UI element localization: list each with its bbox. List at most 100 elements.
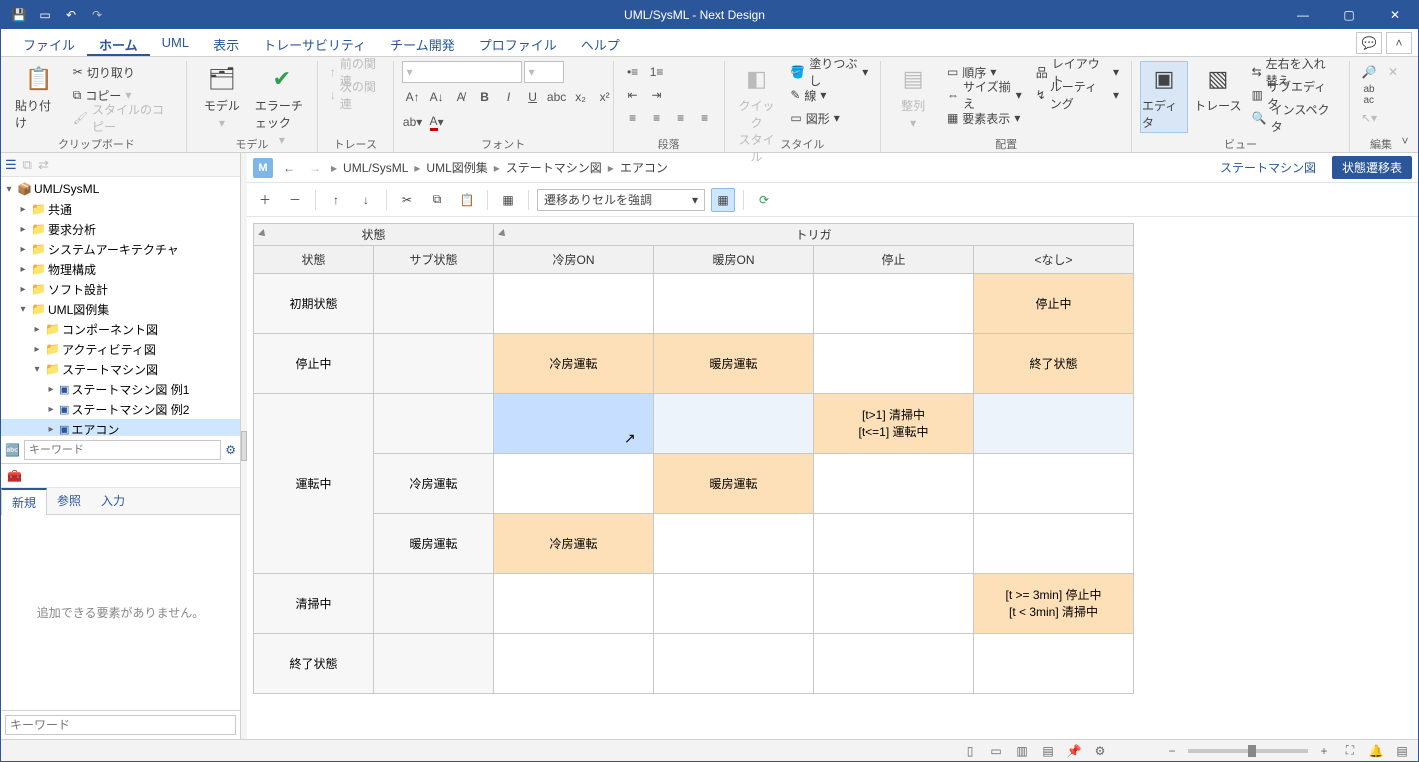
status-menu-icon[interactable]: ▤	[1392, 744, 1412, 758]
outdent-icon[interactable]: ⇤	[622, 84, 644, 106]
decrease-font-icon[interactable]: A↓	[426, 86, 448, 108]
filter-icon[interactable]: ⚙	[225, 443, 236, 457]
superscript-icon[interactable]: x²	[594, 86, 616, 108]
feedback-icon[interactable]: 💬	[1356, 32, 1382, 54]
model-tree[interactable]: ▾📦UML/SysML ▸📁共通 ▸📁要求分析 ▸📁システムアーキテクチャ ▸📁…	[1, 177, 240, 435]
cell-r2-c3[interactable]	[814, 334, 974, 394]
zoom-out-icon[interactable]: −	[1162, 744, 1182, 758]
cell-r3b-c3[interactable]	[814, 514, 974, 574]
tab-view[interactable]: 表示	[201, 29, 251, 56]
layout-2-icon[interactable]: ▭	[986, 744, 1006, 758]
col-header-substate[interactable]: サブ状態	[374, 246, 494, 274]
error-check-button[interactable]: ✔エラーチェック▾	[255, 61, 309, 147]
col-header-1[interactable]: 冷房ON	[494, 246, 654, 274]
inspector-button[interactable]: 🔍インスペクタ	[1248, 107, 1341, 129]
cell-r4-c2[interactable]	[654, 574, 814, 634]
font-size-combo[interactable]: ▾	[524, 61, 564, 83]
remove-button[interactable]: －	[283, 188, 307, 212]
zoom-in-icon[interactable]: +	[1314, 744, 1334, 758]
notify-icon[interactable]: 🔔	[1366, 744, 1386, 758]
cell-r3top-c3[interactable]: [t>1] 清掃中 [t<=1] 運転中	[814, 394, 974, 454]
minimize-button[interactable]: —	[1280, 1, 1326, 29]
paste-button[interactable]: 📋 貼り付け	[15, 61, 63, 131]
vertical-splitter[interactable]	[241, 153, 247, 739]
tree-root[interactable]: ▾📦UML/SysML	[1, 179, 240, 199]
maximize-button[interactable]: ▢	[1326, 1, 1372, 29]
align-justify-icon[interactable]: ≡	[694, 107, 716, 129]
tree-n2[interactable]: ▸📁要求分析	[1, 219, 240, 239]
select-icon[interactable]: ↖▾	[1358, 107, 1380, 129]
row-sub-initial[interactable]	[374, 274, 494, 334]
tree-copy-icon[interactable]: ⧉	[23, 157, 32, 173]
cell-r3b-c4[interactable]	[974, 514, 1134, 574]
tab-help[interactable]: ヘルプ	[569, 29, 632, 56]
row-head-cleaning[interactable]: 清掃中	[254, 574, 374, 634]
trace-view-button[interactable]: ▧トレース	[1194, 61, 1242, 114]
numbering-icon[interactable]: 1≡	[646, 61, 668, 83]
grid-settings-icon[interactable]: ▦	[496, 188, 520, 212]
refresh-button[interactable]: ⟳	[752, 188, 776, 212]
zoom-slider[interactable]	[1188, 749, 1308, 753]
highlight-mode-combo[interactable]: 遷移ありセルを強調▾	[537, 189, 705, 211]
bold-icon[interactable]: B	[474, 86, 496, 108]
tab-new[interactable]: 新規	[1, 488, 47, 515]
tree-n6a[interactable]: ▸📁コンポーネント図	[1, 319, 240, 339]
tree-collapse-icon[interactable]: ☰	[5, 157, 17, 173]
row-sub-running-top[interactable]	[374, 394, 494, 454]
cut-tb-icon[interactable]: ✂	[395, 188, 419, 212]
align-left-icon[interactable]: ≡	[622, 107, 644, 129]
breadcrumb-4[interactable]: エアコン	[620, 159, 668, 176]
highlight-toggle[interactable]: ▦	[711, 188, 735, 212]
row-head-stopped[interactable]: 停止中	[254, 334, 374, 394]
breadcrumb-2[interactable]: UML図例集	[426, 159, 487, 176]
next-related-button[interactable]: ↓次の関連	[326, 84, 385, 106]
new-icon[interactable]: ▭	[33, 3, 57, 27]
cell-r4-c1[interactable]	[494, 574, 654, 634]
ribbon-collapse-icon[interactable]: ˅	[1396, 132, 1414, 150]
align-button[interactable]: ▤整列▾	[889, 61, 937, 130]
routing-button[interactable]: ↯ルーティング▾	[1032, 84, 1123, 106]
cell-r2-c2[interactable]: 暖房運転	[654, 334, 814, 394]
cell-r3a-c1[interactable]	[494, 454, 654, 514]
cell-r4-c3[interactable]	[814, 574, 974, 634]
cell-r3a-c4[interactable]	[974, 454, 1134, 514]
tree-n6c3[interactable]: ▸▣エアコン	[1, 419, 240, 435]
strike-icon[interactable]: abc	[546, 86, 568, 108]
breadcrumb-1[interactable]: UML/SysML	[343, 161, 408, 175]
tab-uml[interactable]: UML	[150, 29, 201, 56]
tree-n6c[interactable]: ▾📁ステートマシン図	[1, 359, 240, 379]
copy-tb-icon[interactable]: ⧉	[425, 188, 449, 212]
font-color-icon[interactable]: A▾	[426, 111, 448, 133]
cell-r3top-c2[interactable]	[654, 394, 814, 454]
cell-r2-c1[interactable]: 冷房運転	[494, 334, 654, 394]
bullets-icon[interactable]: •≡	[622, 61, 644, 83]
col-header-4[interactable]: <なし>	[974, 246, 1134, 274]
paste-tb-icon[interactable]: 📋	[455, 188, 479, 212]
cell-r1-c3[interactable]	[814, 274, 974, 334]
view-switch-table[interactable]: 状態遷移表	[1332, 156, 1412, 179]
cell-r3top-c4[interactable]	[974, 394, 1134, 454]
left-bottom-search-input[interactable]	[5, 715, 236, 735]
close-button[interactable]: ✕	[1372, 1, 1418, 29]
increase-font-icon[interactable]: A↑	[402, 86, 424, 108]
clear-format-icon[interactable]: A̸	[450, 86, 472, 108]
cell-r5-c3[interactable]	[814, 634, 974, 694]
move-down-button[interactable]: ↓	[354, 188, 378, 212]
row-sub-cleaning[interactable]	[374, 574, 494, 634]
breadcrumb-3[interactable]: ステートマシン図	[506, 159, 602, 176]
cell-r1-c4[interactable]: 停止中	[974, 274, 1134, 334]
tree-search-input[interactable]	[24, 440, 221, 460]
find-icon[interactable]: 🔎	[1358, 61, 1380, 83]
highlight-icon[interactable]: ab▾	[402, 111, 424, 133]
align-right-icon[interactable]: ≡	[670, 107, 692, 129]
tab-profile[interactable]: プロファイル	[467, 29, 569, 56]
tab-input[interactable]: 入力	[91, 488, 135, 514]
cut-button[interactable]: ✂切り取り	[69, 61, 178, 83]
cell-r3b-c2[interactable]	[654, 514, 814, 574]
tree-n6[interactable]: ▾📁UML図例集	[1, 299, 240, 319]
cell-r3a-c3[interactable]	[814, 454, 974, 514]
row-sub-cooling[interactable]: 冷房運転	[374, 454, 494, 514]
save-icon[interactable]: 💾	[7, 3, 31, 27]
tab-home[interactable]: ホーム	[87, 29, 150, 56]
tree-n6c2[interactable]: ▸▣ステートマシン図 例2	[1, 399, 240, 419]
